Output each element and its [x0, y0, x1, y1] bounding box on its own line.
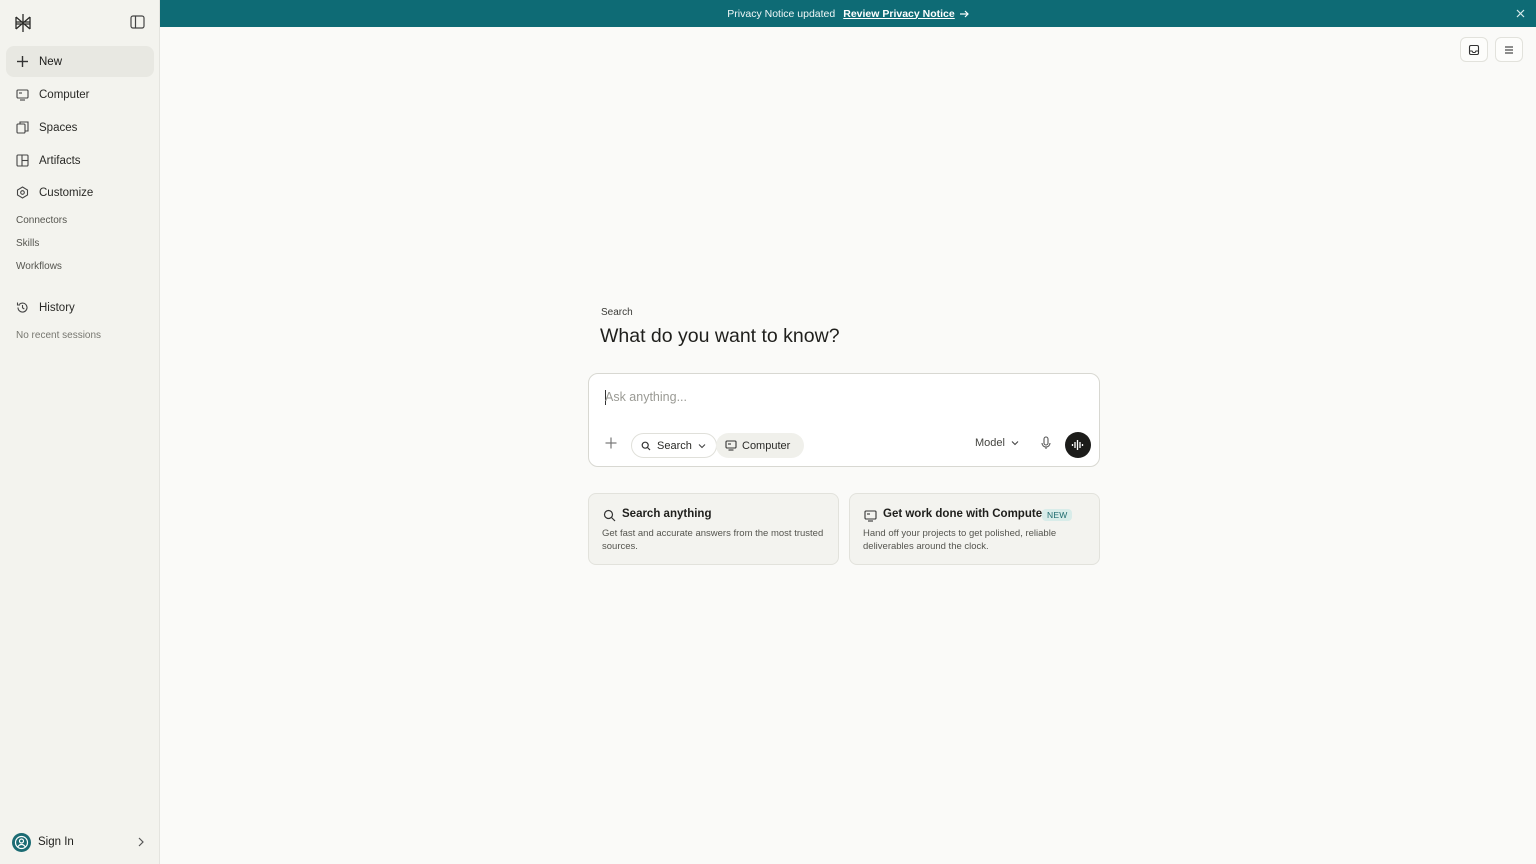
card-title: Search anything [622, 508, 712, 520]
sidebar-item-artifacts[interactable]: Artifacts [6, 145, 154, 176]
sidebar-item-label: Computer [39, 88, 90, 101]
sidebar-item-history[interactable]: History [6, 292, 154, 323]
inbox-icon [1468, 44, 1480, 55]
ask-input[interactable] [605, 387, 1075, 407]
sign-in-label: Sign In [38, 836, 74, 848]
computer-card[interactable]: Get work done with Computer NEW Hand off… [849, 493, 1100, 565]
sidebar-item-label: New [39, 55, 63, 68]
menu-button[interactable] [1495, 37, 1523, 62]
artifacts-icon [16, 154, 29, 167]
avatar [12, 832, 31, 852]
computer-mode-button[interactable]: Computer [716, 433, 804, 458]
model-label: Model [975, 437, 1005, 449]
computer-mode-label: Computer [742, 439, 791, 452]
model-selector[interactable]: Model [975, 437, 1019, 449]
customize-icon [16, 186, 29, 199]
inbox-button[interactable] [1460, 37, 1488, 62]
voice-waveform-icon [1071, 440, 1084, 450]
plus-icon [16, 55, 29, 68]
card-description: Hand off your projects to get polished, … [863, 528, 1057, 552]
card-title: Get work done with Computer [883, 508, 1047, 520]
sidebar-item-computer[interactable]: Computer [6, 79, 154, 110]
review-privacy-link[interactable]: Review Privacy Notice [843, 8, 954, 20]
monitor-icon [16, 88, 29, 101]
search-icon [603, 509, 616, 522]
search-mode-dropdown[interactable]: Search [631, 433, 717, 458]
privacy-banner: Privacy Notice updated Review Privacy No… [160, 0, 1536, 27]
sidebar-item-customize[interactable]: Customize [6, 177, 154, 208]
mode-eyebrow: Search [601, 307, 633, 318]
monitor-icon [864, 510, 877, 522]
sidebar-item-label: Artifacts [39, 154, 81, 167]
collapse-sidebar-icon[interactable] [129, 14, 147, 30]
sidebar-item-new[interactable]: New [6, 46, 154, 77]
composer: Search Computer Model [588, 373, 1100, 467]
sidebar: New Computer Spaces Artifacts Customize … [0, 0, 160, 864]
chevron-down-icon [698, 443, 706, 449]
page-title: What do you want to know? [600, 325, 840, 347]
sidebar-subitem-skills[interactable]: Skills [16, 238, 39, 249]
search-mode-label: Search [657, 439, 692, 452]
search-anything-card[interactable]: Search anything Get fast and accurate an… [588, 493, 839, 565]
sidebar-item-label: Spaces [39, 121, 78, 134]
history-icon [16, 301, 29, 314]
card-description: Get fast and accurate answers from the m… [602, 528, 824, 552]
close-icon[interactable] [1515, 8, 1526, 19]
chevron-down-icon [1011, 440, 1019, 446]
spaces-icon [16, 121, 29, 134]
sidebar-subitem-workflows[interactable]: Workflows [16, 261, 62, 272]
search-icon [641, 441, 651, 451]
banner-text: Privacy Notice updated [727, 7, 836, 20]
microphone-icon[interactable] [1041, 436, 1051, 450]
voice-mode-button[interactable] [1065, 432, 1091, 458]
sign-in-button[interactable]: Sign In [6, 828, 154, 856]
sidebar-item-label: History [39, 301, 75, 314]
arrow-right-icon [959, 9, 969, 19]
hamburger-menu-icon [1505, 45, 1513, 54]
sidebar-subitem-connectors[interactable]: Connectors [16, 215, 67, 226]
history-empty-text: No recent sessions [16, 330, 102, 341]
attach-plus-icon[interactable] [604, 436, 618, 450]
sidebar-item-spaces[interactable]: Spaces [6, 112, 154, 143]
new-badge: NEW [1042, 509, 1073, 521]
perplexity-logo-icon[interactable] [13, 13, 33, 33]
chevron-right-icon [138, 837, 144, 847]
sidebar-item-label: Customize [39, 186, 94, 199]
monitor-icon [725, 440, 737, 451]
